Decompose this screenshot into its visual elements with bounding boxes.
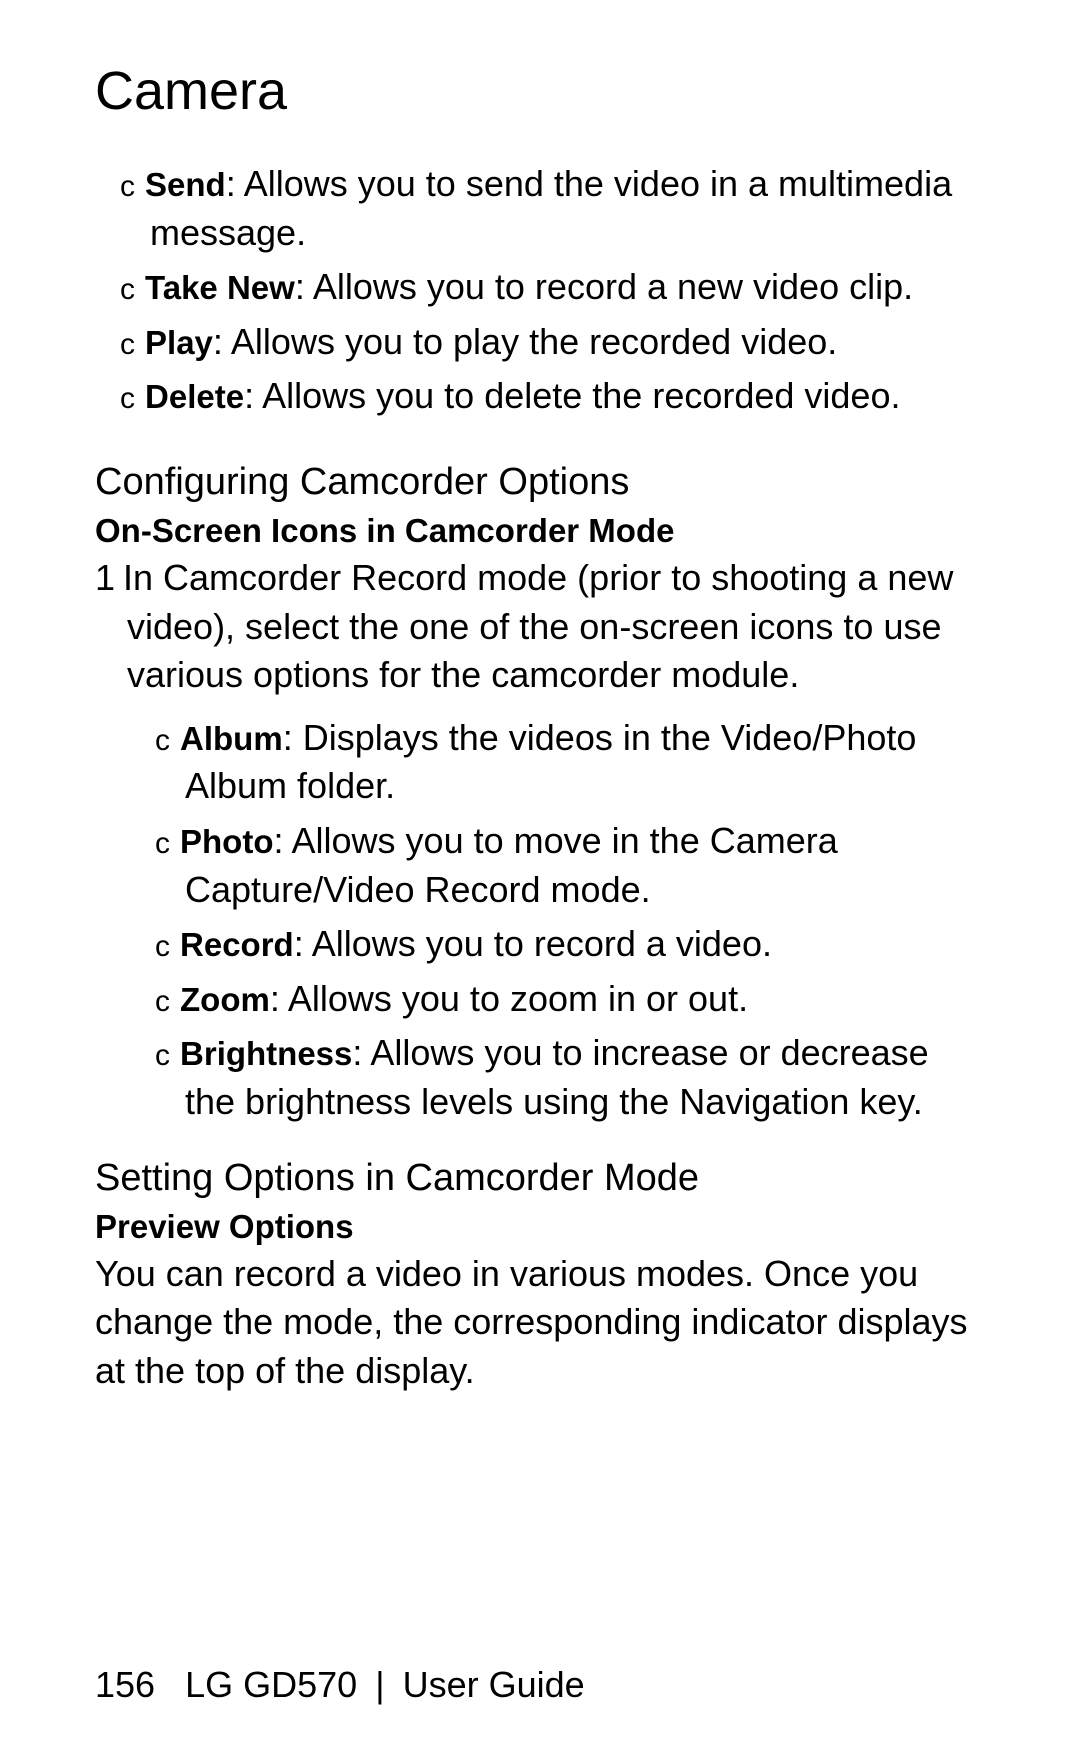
- term: Zoom: [180, 981, 270, 1018]
- numbered-steps: 1In Camcorder Record mode (prior to shoo…: [95, 554, 985, 700]
- list-item: c Take New: Allows you to record a new v…: [120, 263, 985, 312]
- bullet-icon: c: [155, 724, 170, 757]
- desc: : Allows you to send the video in a mult…: [150, 163, 952, 253]
- list-item: c Play: Allows you to play the recorded …: [120, 318, 985, 367]
- page-footer: 156 LG GD570 | User Guide: [95, 1664, 585, 1706]
- term: Delete: [145, 378, 244, 415]
- bullet-icon: c: [155, 930, 170, 963]
- step-item: 1In Camcorder Record mode (prior to shoo…: [95, 554, 985, 700]
- desc: : Allows you to record a video.: [294, 923, 772, 964]
- desc: : Allows you to play the recorded video.: [213, 321, 837, 362]
- bullet-icon: c: [120, 273, 135, 306]
- step-number: 1: [95, 554, 123, 603]
- list-item: c Brightness: Allows you to increase or …: [155, 1029, 985, 1126]
- term: Album: [180, 720, 283, 757]
- page-title: Camera: [95, 60, 985, 122]
- subheading-onscreen-icons: On-Screen Icons in Camcorder Mode: [95, 512, 985, 550]
- desc: : Displays the videos in the Video/Photo…: [185, 717, 916, 807]
- footer-separator: |: [375, 1664, 384, 1705]
- term: Photo: [180, 823, 273, 860]
- bullet-icon: c: [120, 382, 135, 415]
- subheading-preview-options: Preview Options: [95, 1208, 985, 1246]
- step-text: In Camcorder Record mode (prior to shoot…: [123, 557, 953, 695]
- term: Brightness: [180, 1035, 352, 1072]
- desc: : Allows you to move in the Camera Captu…: [185, 820, 838, 910]
- list-item: c Send: Allows you to send the video in …: [120, 160, 985, 257]
- list-item: c Zoom: Allows you to zoom in or out.: [155, 975, 985, 1024]
- bullet-icon: c: [120, 328, 135, 361]
- section-setting-options-heading: Setting Options in Camcorder Mode: [95, 1157, 985, 1200]
- list-item: c Delete: Allows you to delete the recor…: [120, 372, 985, 421]
- bullet-icon: c: [120, 170, 135, 203]
- term: Send: [145, 166, 226, 203]
- desc: : Allows you to record a new video clip.: [295, 266, 913, 307]
- desc: : Allows you to zoom in or out.: [270, 978, 748, 1019]
- term: Record: [180, 926, 294, 963]
- list-item: c Album: Displays the videos in the Vide…: [155, 714, 985, 811]
- section-configuring-heading: Conﬁguring Camcorder Options: [95, 461, 985, 504]
- list-item: c Record: Allows you to record a video.: [155, 920, 985, 969]
- top-options-list: c Send: Allows you to send the video in …: [95, 160, 985, 421]
- term: Play: [145, 324, 213, 361]
- list-item: c Photo: Allows you to move in the Camer…: [155, 817, 985, 914]
- bullet-icon: c: [155, 985, 170, 1018]
- footer-label: User Guide: [403, 1664, 585, 1705]
- term: Take New: [145, 269, 295, 306]
- bullet-icon: c: [155, 827, 170, 860]
- bullet-icon: c: [155, 1039, 170, 1072]
- icon-options-list: c Album: Displays the videos in the Vide…: [95, 714, 985, 1127]
- desc: : Allows you to delete the recorded vide…: [244, 375, 900, 416]
- product-name: LG GD570: [185, 1664, 357, 1705]
- page-number: 156: [95, 1664, 155, 1705]
- preview-options-paragraph: You can record a video in various modes.…: [95, 1250, 985, 1396]
